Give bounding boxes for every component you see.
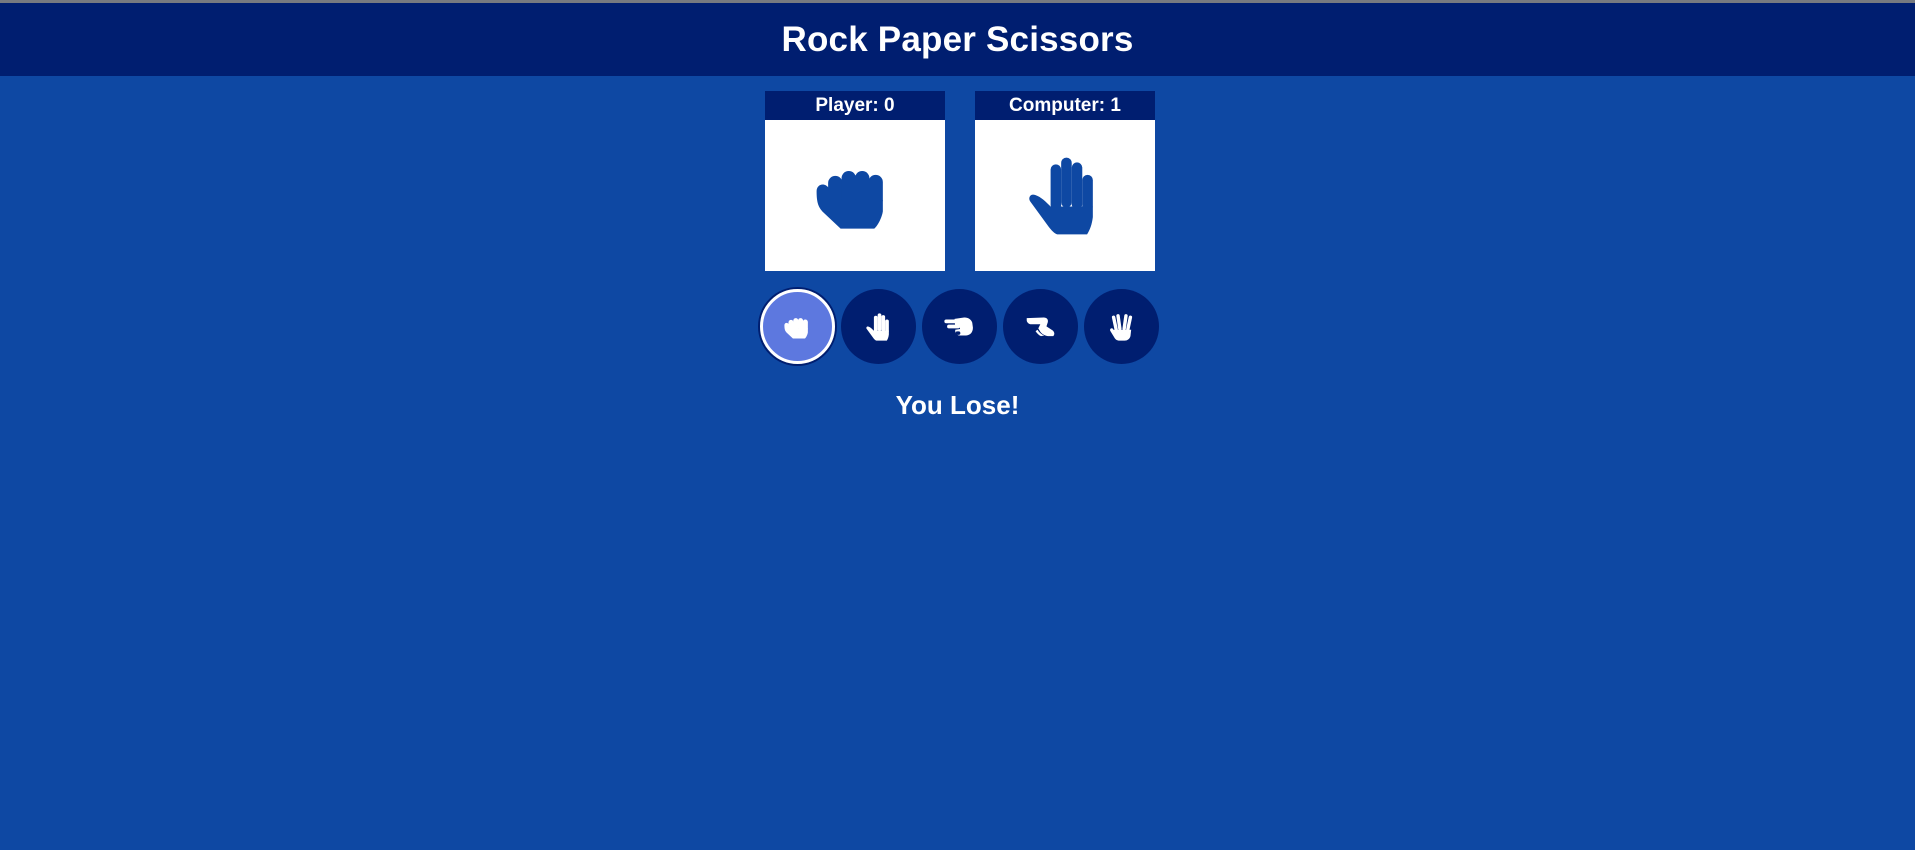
scissors-button[interactable] (922, 289, 997, 364)
result-message: You Lose! (895, 390, 1020, 420)
page-title: Rock Paper Scissors (781, 19, 1134, 59)
spock-icon (1109, 313, 1132, 341)
lizard-icon (1026, 316, 1054, 336)
player-score-card: Player: 0 (765, 91, 945, 271)
lizard-button[interactable] (1003, 289, 1078, 364)
computer-choice-display (975, 120, 1155, 271)
player-score-label: Player: 0 (765, 91, 945, 120)
rock-icon (816, 170, 883, 229)
paper-icon (865, 312, 889, 341)
header-bar: Rock Paper Scissors (0, 3, 1915, 76)
computer-score-card: Computer: 1 (975, 91, 1155, 271)
rock-button[interactable] (760, 289, 835, 364)
rock-icon (783, 317, 808, 339)
spock-button[interactable] (1084, 289, 1159, 364)
computer-score-label: Computer: 1 (975, 91, 1155, 120)
scissors-icon (943, 316, 973, 335)
paper-icon (1029, 157, 1093, 234)
player-choice-display (765, 120, 945, 271)
paper-button[interactable] (841, 289, 916, 364)
